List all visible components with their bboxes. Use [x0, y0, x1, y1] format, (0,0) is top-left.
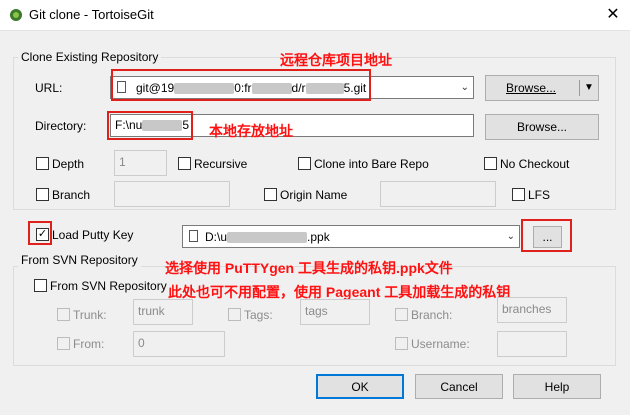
putty-checkbox-highlight-box	[28, 221, 52, 245]
depth-label: Depth	[52, 157, 85, 171]
bare-repo-label: Clone into Bare Repo	[314, 157, 429, 171]
branch-checkbox[interactable]	[36, 188, 49, 201]
trunk-label: Trunk:	[73, 308, 107, 322]
directory-highlight-box	[107, 111, 193, 140]
browse-key-highlight-box	[521, 219, 572, 252]
svn-from-label: From:	[73, 337, 105, 351]
username-checkbox[interactable]	[395, 337, 408, 350]
from-svn-checkbox[interactable]	[34, 279, 47, 292]
close-button[interactable]: ✕	[602, 4, 624, 26]
redacted-block	[227, 232, 308, 244]
help-button[interactable]: Help	[513, 374, 601, 399]
tags-input[interactable]: tags	[300, 299, 370, 325]
no-checkout-label: No Checkout	[500, 157, 570, 171]
username-input[interactable]	[497, 331, 567, 357]
origin-name-checkbox[interactable]	[264, 188, 277, 201]
putty-key-value: D:\u .ppk	[205, 230, 330, 244]
cancel-button[interactable]: Cancel	[415, 374, 503, 399]
recursive-checkbox[interactable]	[178, 157, 191, 170]
recursive-label: Recursive	[194, 157, 248, 171]
svn-from-checkbox[interactable]	[57, 337, 70, 350]
bare-repo-checkbox[interactable]	[298, 157, 311, 170]
annotation-repo-url: 远程仓库项目地址	[280, 52, 392, 68]
annotation-puttygen: 选择使用 PuTTYgen 工具生成的私钥.ppk文件	[165, 260, 453, 276]
split-separator	[579, 80, 580, 96]
load-putty-key-label: Load Putty Key	[52, 228, 134, 242]
depth-checkbox[interactable]	[36, 157, 49, 170]
origin-name-input[interactable]	[380, 181, 496, 207]
tags-checkbox[interactable]	[228, 308, 241, 321]
branch-label: Branch	[52, 188, 91, 202]
directory-label: Directory:	[35, 119, 87, 133]
putty-key-combobox[interactable]: D:\u .ppk ⌄	[182, 225, 520, 248]
from-svn-label: From SVN Repository	[50, 279, 167, 293]
trunk-checkbox[interactable]	[57, 308, 70, 321]
origin-name-label: Origin Name	[280, 188, 348, 202]
clone-group-title: Clone Existing Repository	[18, 50, 162, 64]
annotation-local-path: 本地存放地址	[209, 123, 293, 139]
ok-button[interactable]: OK	[316, 374, 404, 399]
window-title: Git clone - TortoiseGit	[29, 7, 154, 22]
tortoisegit-icon	[10, 9, 22, 21]
depth-input[interactable]: 1	[114, 150, 167, 176]
username-label: Username:	[411, 337, 470, 351]
trunk-input[interactable]: trunk	[133, 299, 193, 325]
browse-url-button[interactable]: Browse... ▼	[485, 75, 599, 101]
url-label: URL:	[35, 81, 63, 95]
chevron-down-icon[interactable]: ⌄	[507, 228, 515, 246]
svn-from-input[interactable]: 0	[133, 331, 225, 357]
branches-input[interactable]: branches	[497, 297, 567, 323]
no-checkout-checkbox[interactable]	[484, 157, 497, 170]
svn-branch-label: Branch:	[411, 308, 453, 322]
branch-input[interactable]	[114, 181, 230, 207]
lfs-checkbox[interactable]	[512, 188, 525, 201]
url-highlight-box	[111, 69, 371, 101]
dropdown-arrow-icon[interactable]: ▼	[584, 76, 594, 100]
svn-group-title: From SVN Repository	[18, 253, 141, 267]
lfs-label: LFS	[528, 188, 551, 202]
svn-branch-checkbox[interactable]	[395, 308, 408, 321]
tags-label: Tags:	[244, 308, 273, 322]
chevron-down-icon[interactable]: ⌄	[461, 79, 469, 97]
browse-directory-button[interactable]: Browse...	[485, 114, 599, 140]
file-icon	[189, 230, 198, 242]
